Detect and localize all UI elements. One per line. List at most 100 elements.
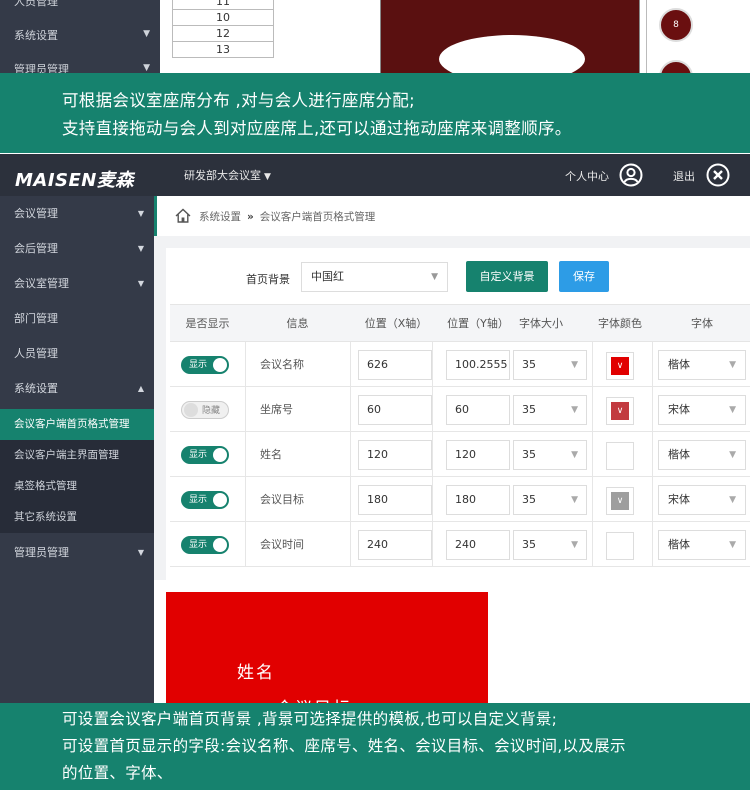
- visibility-toggle[interactable]: 显示: [181, 491, 229, 509]
- fragment-sidebar: 人员管理 系统设置 ▼ 管理员管理 ▼: [0, 0, 160, 73]
- sidebar-subitem-other-settings[interactable]: 其它系统设置: [0, 502, 154, 533]
- cell-divider: [652, 387, 653, 432]
- position-y-input[interactable]: 100.2555: [446, 350, 510, 380]
- toggle-knob: [184, 403, 198, 417]
- cell-divider: [350, 477, 351, 522]
- column-header: 是否显示: [185, 317, 230, 330]
- cell-divider: [652, 432, 653, 477]
- seat-number[interactable]: 13: [173, 42, 273, 58]
- breadcrumb: 系统设置 » 会议客户端首页格式管理: [154, 196, 750, 236]
- font-color-picker[interactable]: ∨: [606, 397, 634, 425]
- table-row: 显示 会议时间 240 240 35 ▼ 楷体 ▼: [170, 522, 750, 567]
- cell-divider: [432, 432, 433, 477]
- position-y-input[interactable]: 180: [446, 485, 510, 515]
- font-select[interactable]: 楷体 ▼: [658, 530, 746, 560]
- preview-name-text[interactable]: 姓名: [237, 658, 275, 683]
- position-y-input[interactable]: 120: [446, 440, 510, 470]
- cell-divider: [245, 432, 246, 477]
- position-y-input[interactable]: 240: [446, 530, 510, 560]
- font-color-picker[interactable]: [606, 532, 634, 560]
- font-size-select[interactable]: 35 ▼: [513, 350, 587, 380]
- font-select[interactable]: 楷体 ▼: [658, 350, 746, 380]
- cell-divider: [350, 387, 351, 432]
- position-x-input[interactable]: 240: [358, 530, 432, 560]
- meeting-room-layout: [380, 0, 640, 73]
- position-y-input[interactable]: 60: [446, 395, 510, 425]
- position-x-input[interactable]: 120: [358, 440, 432, 470]
- font-size-select[interactable]: 35 ▼: [513, 440, 587, 470]
- toggle-label: 显示: [189, 360, 208, 370]
- toggle-label: 显示: [189, 540, 208, 550]
- seat-number[interactable]: 11: [173, 0, 273, 10]
- seat[interactable]: 8: [659, 8, 693, 42]
- sidebar-item-post-meeting[interactable]: 会后管理 ▼: [0, 231, 154, 266]
- cell-divider: [432, 342, 433, 387]
- seat[interactable]: [659, 60, 693, 73]
- font-select[interactable]: 楷体 ▼: [658, 440, 746, 470]
- visibility-toggle[interactable]: 显示: [181, 536, 229, 554]
- font-size-select[interactable]: 35 ▼: [513, 395, 587, 425]
- toggle-knob: [213, 358, 227, 372]
- caption-line: 支持直接拖动与会人到对应座席上,还可以通过拖动座席来调整顺序。: [62, 119, 572, 138]
- visibility-toggle[interactable]: 显示: [181, 356, 229, 374]
- font-size-value: 35: [522, 493, 536, 506]
- visibility-toggle[interactable]: 隐藏: [181, 401, 229, 419]
- personal-center-link[interactable]: 个人中心: [565, 168, 609, 184]
- toggle-label: 显示: [189, 495, 208, 505]
- sidebar-subitem-homepage-format[interactable]: 会议客户端首页格式管理: [0, 409, 154, 440]
- position-x-input[interactable]: 626: [358, 350, 432, 380]
- field-info: 坐席号: [260, 403, 293, 416]
- font-select[interactable]: 宋体 ▼: [658, 485, 746, 515]
- sidebar-subitem-table-sign[interactable]: 桌签格式管理: [0, 471, 154, 502]
- sidebar-item-meeting[interactable]: 会议管理 ▼: [0, 196, 154, 231]
- field-info: 会议名称: [260, 358, 304, 371]
- user-icon[interactable]: [619, 163, 643, 187]
- font-size-select[interactable]: 35 ▼: [513, 485, 587, 515]
- sidebar-item-admin[interactable]: 管理员管理 ▼: [0, 535, 154, 570]
- seat-number[interactable]: 12: [173, 26, 273, 42]
- preview-goal-text[interactable]: 会议目标: [276, 694, 352, 703]
- sidebar-item-label: 管理员管理: [14, 546, 69, 559]
- save-button[interactable]: 保存: [559, 261, 609, 292]
- font-color-picker[interactable]: [606, 442, 634, 470]
- cell-divider: [652, 342, 653, 387]
- sidebar-item-department[interactable]: 部门管理: [0, 301, 154, 336]
- sidebar-item-meeting-room[interactable]: 会议室管理 ▼: [0, 266, 154, 301]
- sidebar-item-label: 系统设置: [14, 382, 58, 395]
- font-select[interactable]: 宋体 ▼: [658, 395, 746, 425]
- font-color-picker[interactable]: ∨: [606, 487, 634, 515]
- caption-bottom: 可设置会议客户端首页背景 ,背景可选择提供的模板,也可以自定义背景; 可设置首页…: [0, 703, 750, 790]
- sidebar-item-system-settings[interactable]: 系统设置 ▲: [0, 371, 154, 406]
- caret-down-icon: ▼: [729, 495, 736, 505]
- chevron-down-icon: ▼: [137, 209, 144, 218]
- home-icon[interactable]: [175, 208, 191, 223]
- logo: MAISEN麦森: [15, 170, 134, 191]
- seat-number[interactable]: 10: [173, 10, 273, 26]
- chevron-down-icon: ∨: [616, 496, 624, 506]
- preview-area: 姓名 会议目标: [154, 580, 750, 703]
- room-select[interactable]: 研发部大会议室 ▼: [184, 167, 271, 183]
- sidebar-subitem-main-ui[interactable]: 会议客户端主界面管理: [0, 440, 154, 471]
- breadcrumb-root[interactable]: 系统设置: [199, 211, 241, 223]
- logout-link[interactable]: 退出: [673, 168, 695, 184]
- chevron-down-icon: ▼: [137, 548, 144, 557]
- cell-divider: [432, 387, 433, 432]
- font-color-picker[interactable]: ∨: [606, 352, 634, 380]
- sidebar-item-personnel[interactable]: 人员管理: [0, 336, 154, 371]
- font-size-select[interactable]: 35 ▼: [513, 530, 587, 560]
- background-select[interactable]: 中国红 ▼: [301, 262, 448, 292]
- position-x-input[interactable]: 180: [358, 485, 432, 515]
- chevron-down-icon: [611, 447, 629, 465]
- close-icon[interactable]: [706, 163, 730, 187]
- toggle-knob: [213, 493, 227, 507]
- position-x-input[interactable]: 60: [358, 395, 432, 425]
- column-header: 位置（Y轴）: [447, 317, 509, 330]
- custom-background-button[interactable]: 自定义背景: [466, 261, 548, 292]
- visibility-toggle[interactable]: 显示: [181, 446, 229, 464]
- caret-down-icon: ▼: [571, 540, 578, 550]
- cell-divider: [245, 387, 246, 432]
- table-row: 隐藏 坐席号 60 60 35 ▼ ∨ 宋体 ▼: [170, 387, 750, 432]
- table-row: 显示 姓名 120 120 35 ▼ 楷体 ▼: [170, 432, 750, 477]
- caret-down-icon: ▼: [729, 450, 736, 460]
- font-value: 楷体: [668, 358, 690, 371]
